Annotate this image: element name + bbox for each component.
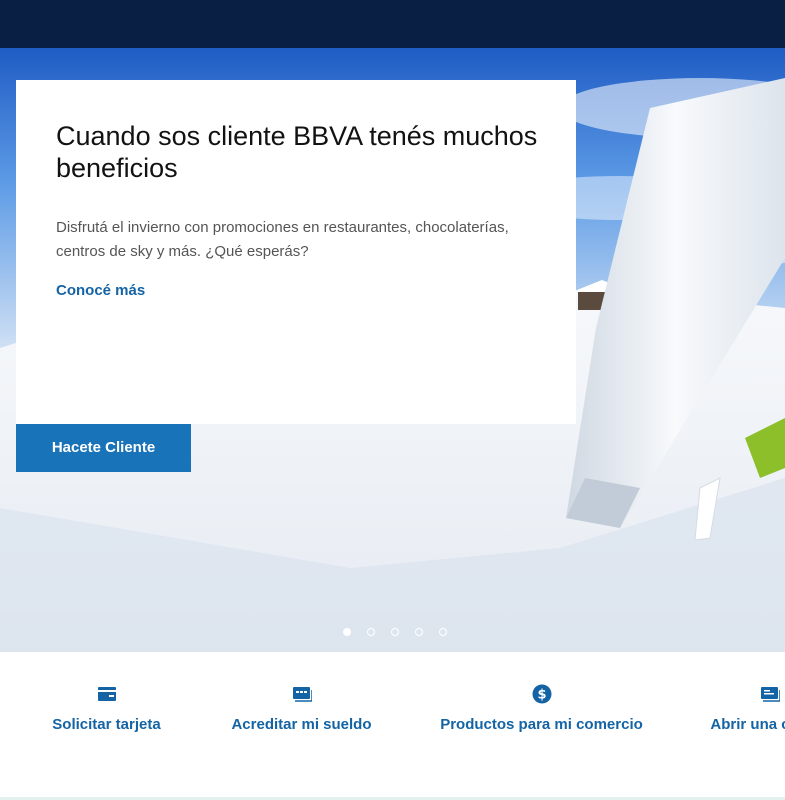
salary-card-icon <box>292 687 312 702</box>
quick-action-salary[interactable]: Acreditar mi sueldo <box>229 684 374 734</box>
quick-action-label: Abrir una cuenta <box>710 716 785 733</box>
carousel-dot[interactable] <box>391 628 399 636</box>
carousel-dot[interactable] <box>439 628 447 636</box>
quick-actions-bar: Solicitar tarjeta Acreditar mi sueldo $ … <box>0 652 785 800</box>
account-icon <box>761 687 780 702</box>
carousel-pagination <box>343 628 447 636</box>
carousel-dot[interactable] <box>415 628 423 636</box>
quick-action-label: Productos para mi comercio <box>440 716 643 733</box>
become-client-button[interactable]: Hacete Cliente <box>16 424 191 472</box>
quick-action-open-account[interactable]: Abrir una cuenta <box>709 684 785 734</box>
quick-action-label: Acreditar mi sueldo <box>231 716 372 733</box>
dollar-icon: $ <box>532 684 551 704</box>
carousel-dot[interactable] <box>367 628 375 636</box>
quick-action-merchant-products[interactable]: $ Productos para mi comercio <box>437 684 646 734</box>
promo-description: Disfrutá el invierno con promociones en … <box>56 219 509 260</box>
promo-card: Cuando sos cliente BBVA tenés muchos ben… <box>16 80 576 424</box>
learn-more-link[interactable]: Conocé más <box>56 282 145 299</box>
top-navigation-bar <box>0 0 785 48</box>
svg-text:$: $ <box>537 688 546 703</box>
quick-action-label: Solicitar tarjeta <box>52 716 161 733</box>
carousel-dot[interactable] <box>343 628 351 636</box>
quick-action-request-card[interactable]: Solicitar tarjeta <box>48 684 165 734</box>
promo-title: Cuando sos cliente BBVA tenés muchos ben… <box>56 121 538 183</box>
card-icon <box>97 687 116 701</box>
